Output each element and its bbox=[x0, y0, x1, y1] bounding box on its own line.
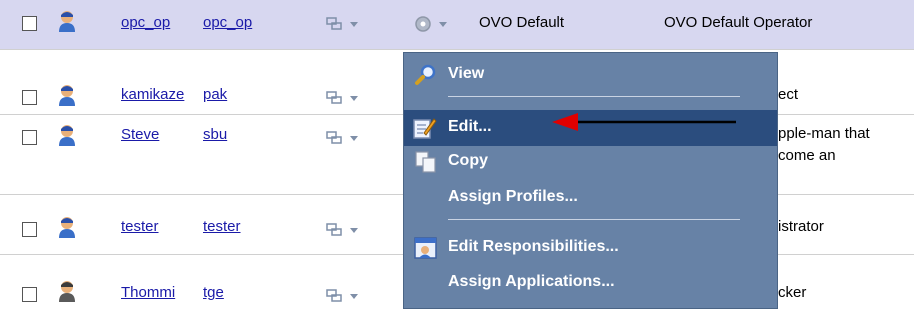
edit-icon bbox=[413, 118, 437, 139]
user-name-link[interactable]: tester bbox=[203, 218, 241, 235]
action-window-icon[interactable] bbox=[326, 222, 364, 238]
row-checkbox[interactable] bbox=[22, 130, 37, 145]
menu-item-view[interactable]: View bbox=[404, 57, 777, 93]
user-description-line: come an bbox=[778, 147, 836, 164]
user-icon bbox=[59, 125, 75, 146]
menu-item-copy[interactable]: Copy bbox=[404, 144, 777, 180]
action-window-icon[interactable] bbox=[326, 16, 364, 32]
user-group-icon bbox=[59, 281, 75, 302]
responsibilities-icon bbox=[414, 237, 437, 259]
user-description: istrator bbox=[778, 218, 824, 235]
menu-item-label: Edit Responsibilities... bbox=[448, 238, 619, 255]
user-login-link[interactable]: kamikaze bbox=[121, 86, 184, 103]
user-description: ect bbox=[778, 86, 799, 103]
row-checkbox[interactable] bbox=[22, 287, 37, 302]
menu-item-label: Assign Applications... bbox=[448, 273, 615, 290]
user-name-link[interactable]: tge bbox=[203, 284, 224, 301]
menu-item-label: Edit... bbox=[448, 118, 492, 135]
user-description-line: pple-man that bbox=[778, 125, 870, 142]
user-login-link[interactable]: opc_op bbox=[121, 14, 170, 31]
user-name-link[interactable]: sbu bbox=[203, 126, 227, 143]
copy-icon bbox=[415, 151, 436, 173]
menu-item-label: View bbox=[448, 65, 485, 82]
user-icon bbox=[59, 11, 75, 32]
row-divider bbox=[0, 49, 914, 50]
user-login-link[interactable]: tester bbox=[121, 218, 159, 235]
menu-item-label: Copy bbox=[448, 152, 488, 169]
menu-separator bbox=[448, 96, 740, 97]
user-description: OVO Default Operator bbox=[664, 14, 813, 31]
user-login-link[interactable]: Steve bbox=[121, 126, 159, 143]
user-login-link[interactable]: Thommi bbox=[121, 284, 175, 301]
gear-menu-icon[interactable] bbox=[414, 14, 454, 34]
row-checkbox[interactable] bbox=[22, 222, 37, 237]
annotation-arrow-icon bbox=[552, 113, 736, 131]
user-icon bbox=[59, 85, 75, 106]
user-name-link[interactable]: pak bbox=[203, 86, 227, 103]
menu-separator bbox=[448, 219, 740, 220]
user-icon bbox=[59, 217, 75, 238]
row-checkbox[interactable] bbox=[22, 90, 37, 105]
profile-name: OVO Default bbox=[479, 14, 565, 31]
action-window-icon[interactable] bbox=[326, 90, 364, 106]
user-description: cker bbox=[778, 284, 807, 301]
row-checkbox[interactable] bbox=[22, 16, 37, 31]
action-window-icon[interactable] bbox=[326, 130, 364, 146]
context-menu: View Edit... Copy Assign Profiles... Edi… bbox=[403, 52, 778, 309]
magnifier-icon bbox=[415, 64, 436, 85]
menu-item-edit-responsibilities[interactable]: Edit Responsibilities... bbox=[404, 230, 777, 266]
menu-item-assign-profiles[interactable]: Assign Profiles... bbox=[404, 180, 777, 216]
action-window-icon[interactable] bbox=[326, 288, 364, 304]
menu-item-assign-applications[interactable]: Assign Applications... bbox=[404, 265, 777, 301]
user-name-link[interactable]: opc_op bbox=[203, 14, 252, 31]
menu-item-label: Assign Profiles... bbox=[448, 188, 578, 205]
user-description: pple-man that come an bbox=[778, 123, 914, 167]
